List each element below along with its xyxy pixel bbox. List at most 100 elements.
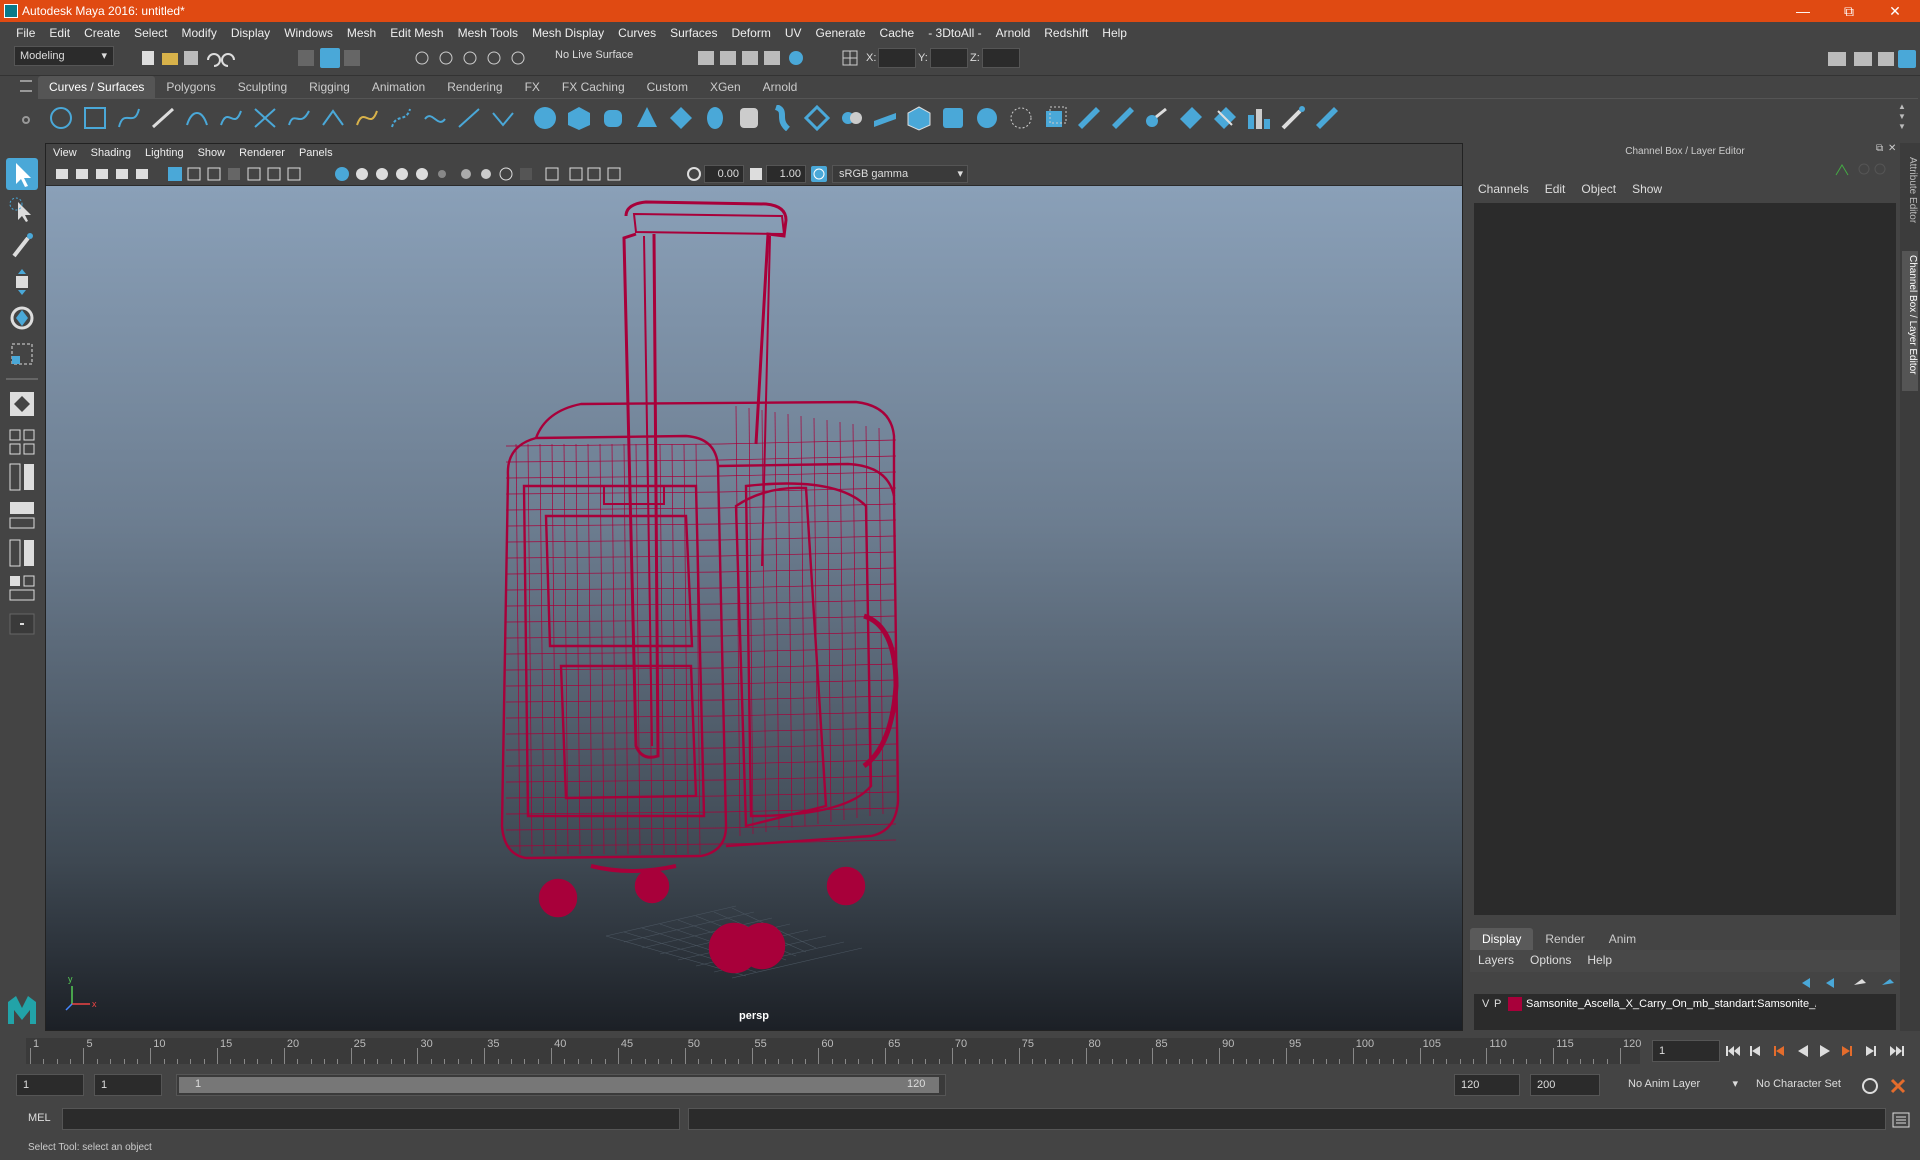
layer-color-swatch[interactable] [1508,997,1522,1011]
nurbs-sphere-icon[interactable] [532,105,558,131]
curve-detach-icon[interactable] [320,105,346,131]
viewport-toggle-icons[interactable] [52,166,692,182]
curve-attach-icon[interactable] [286,105,312,131]
close-panel-icon[interactable]: ✕ [1888,143,1896,154]
vp-menu-panels[interactable]: Panels [292,144,340,162]
tab-curves-surfaces[interactable]: Curves / Surfaces [38,76,156,98]
anim-prefs-icons[interactable] [1860,1076,1916,1096]
extrude-icon[interactable] [838,105,864,131]
open-close-icon[interactable] [1212,105,1238,131]
attach-surfaces-icon[interactable] [1144,105,1170,131]
toolbox-expand-icon[interactable] [6,612,38,636]
panel-toggle-icons[interactable] [1826,48,1918,70]
menu-generate[interactable]: Generate [808,22,872,44]
pencil-curve-icon[interactable] [218,105,244,131]
four-view-layout-icon[interactable] [6,428,38,456]
vp-menu-view[interactable]: View [46,144,84,162]
square-surface-icon[interactable] [940,105,966,131]
paint-tool-icon[interactable] [1280,105,1306,131]
trim-tool-icon[interactable] [1076,105,1102,131]
tab-custom[interactable]: Custom [636,76,699,98]
menu-redshift[interactable]: Redshift [1037,22,1095,44]
z-field[interactable] [982,48,1020,68]
tab-rigging[interactable]: Rigging [298,76,361,98]
x-field[interactable] [878,48,916,68]
curve-reverse-icon[interactable] [422,105,448,131]
revolve-icon[interactable] [736,105,762,131]
lasso-tool-icon[interactable] [6,194,38,226]
select-tool-icon[interactable] [6,158,38,190]
cv-curve-icon[interactable] [116,105,142,131]
menu-deform[interactable]: Deform [724,22,777,44]
menu-mesh[interactable]: Mesh [340,22,383,44]
layer-visibility-toggle[interactable]: V [1482,998,1489,1010]
menu-curves[interactable]: Curves [611,22,663,44]
nurbs-square-icon[interactable] [82,105,108,131]
single-perspective-layout-icon[interactable] [6,388,38,420]
intersect-icon[interactable] [1008,105,1034,131]
curve-rebuild-icon[interactable] [354,105,380,131]
viewport-scene[interactable]: y x persp [46,186,1462,1030]
tab-fx[interactable]: FX [514,76,551,98]
tab-animation[interactable]: Animation [361,76,436,98]
menu-windows[interactable]: Windows [277,22,340,44]
sculpt-geometry-icon[interactable] [1246,105,1272,131]
layer-action-icons[interactable] [1800,975,1896,991]
minimize-button[interactable]: — [1780,0,1826,22]
menu-edit-mesh[interactable]: Edit Mesh [383,22,450,44]
detach-surfaces-icon[interactable] [1178,105,1204,131]
range-slider[interactable]: 1 120 [176,1074,946,1096]
exposure-icon[interactable] [686,166,702,182]
channel-box-body[interactable] [1474,203,1896,915]
menu-object[interactable]: Object [1573,179,1624,199]
live-surface-field[interactable]: No Live Surface [550,46,648,66]
tab-sculpting[interactable]: Sculpting [227,76,298,98]
transform-space-icon[interactable] [842,50,858,66]
menu-uv[interactable]: UV [778,22,809,44]
menu-display[interactable]: Display [224,22,277,44]
current-frame-field[interactable]: 1 [1652,1040,1720,1062]
untrim-icon[interactable] [1110,105,1136,131]
tab-channel-box[interactable]: Channel Box / Layer Editor [1902,251,1918,391]
move-tool-icon[interactable] [6,266,38,298]
anim-end-field[interactable]: 200 [1530,1074,1600,1096]
channel-box-toggle-icons[interactable] [1832,161,1892,177]
bezier-curve-icon[interactable] [184,105,210,131]
shelf-settings-icon[interactable] [22,116,30,124]
end-frame-field[interactable]: 120 [1454,1074,1520,1096]
curve-offset-icon[interactable] [388,105,414,131]
menu-mesh-tools[interactable]: Mesh Tools [451,22,525,44]
curve-extend-icon[interactable] [456,105,482,131]
layer-row[interactable]: V P Samsonite_Ascella_X_Carry_On_mb_stan… [1474,994,1896,1014]
tab-xgen[interactable]: XGen [699,76,752,98]
loft-icon[interactable] [770,105,796,131]
shelf-scroll-arrows[interactable]: ▲ ▼ ▼ [1898,102,1906,132]
nurbs-torus-icon[interactable] [702,105,728,131]
character-set-dropdown[interactable]: No Character Set [1750,1074,1862,1096]
tab-render[interactable]: Render [1533,928,1596,950]
exposure-field[interactable]: 0.00 [704,165,744,183]
menu-arnold[interactable]: Arnold [989,22,1038,44]
time-slider-track[interactable]: 1 5 10 15 20 25 30 35 40 45 50 55 60 65 70 75 80 85 90 95 10… [26,1038,1641,1064]
menu-3dtoall[interactable]: - 3DtoAll - [921,22,988,44]
nurbs-cone-icon[interactable] [634,105,660,131]
menu-create[interactable]: Create [77,22,127,44]
menu-channels[interactable]: Channels [1470,179,1537,199]
menu-layers[interactable]: Layers [1470,950,1522,970]
close-button[interactable]: ✕ [1872,0,1918,22]
color-management-icon[interactable] [810,165,828,183]
curve-insert-knot-icon[interactable] [490,105,516,131]
uv-editor-layout-icon[interactable] [6,574,38,606]
nurbs-plane-icon[interactable] [668,105,694,131]
nurbs-cube-icon[interactable] [566,105,592,131]
paint-select-tool-icon[interactable] [6,230,38,262]
menu-file[interactable]: File [9,22,42,44]
float-panel-icon[interactable]: ⧉ [1876,143,1883,154]
hypershade-layout-icon[interactable] [6,538,38,570]
tab-arnold[interactable]: Arnold [752,76,809,98]
menu-surfaces[interactable]: Surfaces [663,22,724,44]
bevel-icon[interactable] [974,105,1000,131]
layer-playback-toggle[interactable]: P [1494,998,1501,1010]
shelf-menu-icon[interactable] [20,80,32,92]
vp-menu-lighting[interactable]: Lighting [138,144,191,162]
